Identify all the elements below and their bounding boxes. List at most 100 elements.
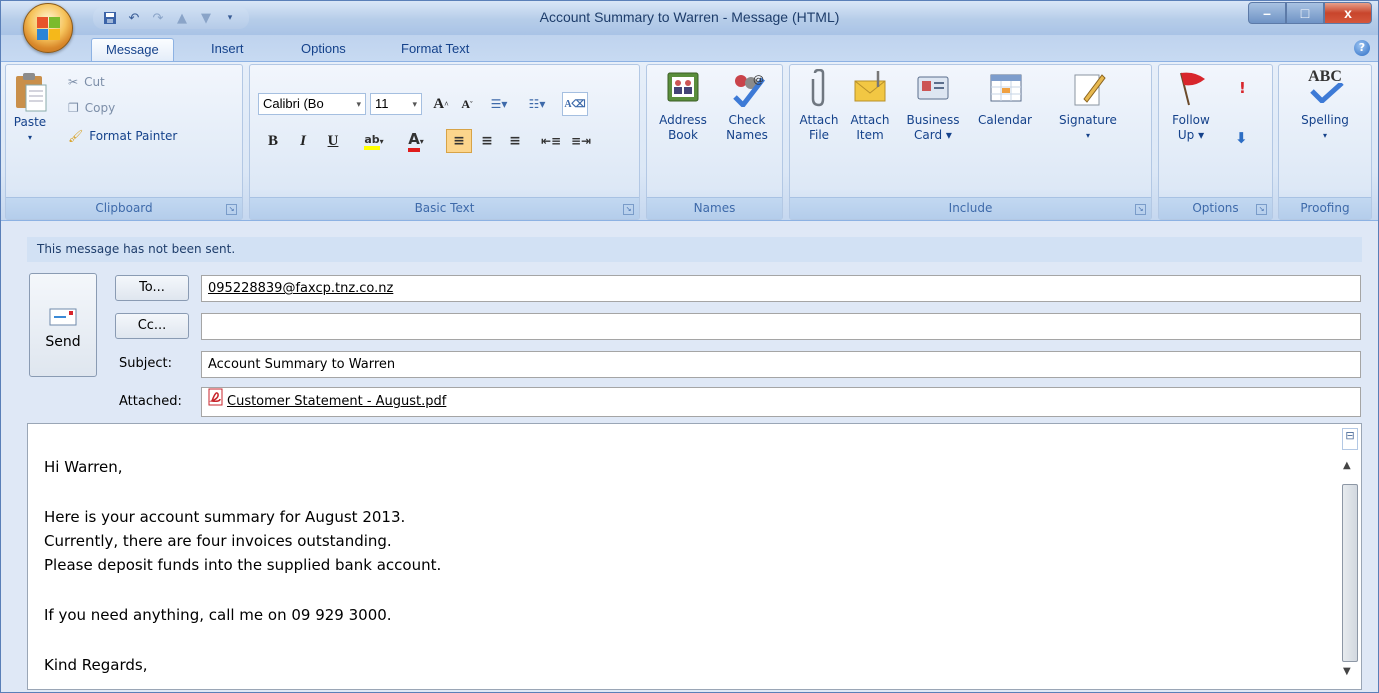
cc-field[interactable] — [201, 313, 1361, 340]
send-envelope-icon — [48, 306, 78, 328]
quick-access-toolbar: ↶ ↷ ▲ ▼ ▾ — [93, 7, 249, 29]
to-recipient[interactable]: 095228839@faxcp.tnz.co.nz — [208, 281, 393, 296]
high-importance-icon[interactable]: ! — [1239, 79, 1246, 97]
font-color-label: A — [408, 130, 420, 152]
basic-text-group-label: Basic Text — [250, 197, 639, 219]
copy-button[interactable]: ❐ Copy — [68, 101, 115, 115]
signature-icon — [1070, 69, 1106, 107]
ribbon: Paste ▾ ✂ Cut ❐ Copy 🖌 Format Painter Clipb… — [1, 61, 1378, 221]
group-names: Address Book @ Check Names Names — [646, 64, 783, 220]
undo-icon[interactable]: ↶ — [125, 9, 143, 27]
red-flag-icon — [1173, 69, 1209, 107]
spelling-label: Spelling — [1301, 113, 1349, 127]
cc-button[interactable]: Cc... — [115, 313, 189, 339]
business-card-label-1: Business — [906, 113, 960, 127]
body-scrollbar[interactable]: ⊟ ▲ ▼ — [1341, 426, 1359, 684]
font-size-value: 11 — [375, 96, 389, 111]
calendar-button[interactable]: Calendar — [968, 69, 1042, 128]
clear-formatting-icon[interactable]: A⌫ — [562, 92, 588, 116]
format-painter-button[interactable]: 🖌 Format Painter — [68, 129, 177, 143]
attachments-field[interactable]: Customer Statement - August.pdf — [201, 387, 1361, 417]
address-book-button[interactable]: Address Book — [651, 69, 715, 143]
spelling-button[interactable]: ABC Spelling ▾ — [1285, 69, 1365, 143]
attach-file-button[interactable]: Attach File — [796, 68, 842, 143]
outlook-message-window: Account Summary to Warren - Message (HTM… — [0, 0, 1379, 693]
options-launcher-icon[interactable]: ↘ — [1256, 204, 1267, 215]
cut-label: Cut — [84, 75, 105, 89]
scroll-up-arrow-icon[interactable]: ▲ — [1343, 460, 1351, 471]
bullets-button[interactable]: ☰▾ — [486, 92, 512, 116]
decrease-indent-icon[interactable]: ⇤≡ — [538, 129, 564, 153]
cut-button[interactable]: ✂ Cut — [68, 75, 105, 89]
align-left-button[interactable]: ≡ — [446, 129, 472, 153]
font-name-dropdown[interactable]: Calibri (Bo ▾ — [258, 93, 366, 115]
attach-item-button[interactable]: Attach Item — [846, 69, 894, 143]
help-icon[interactable]: ? — [1354, 40, 1370, 56]
customize-dropdown-icon[interactable]: ▾ — [221, 9, 239, 27]
tab-insert[interactable]: Insert — [197, 38, 258, 61]
group-options: Follow Up ▾ ! ⬇ Options ↘ — [1158, 64, 1273, 220]
down-arrow-icon[interactable]: ▼ — [197, 9, 215, 27]
business-card-button[interactable]: Business Card ▾ — [900, 69, 966, 143]
font-size-dropdown[interactable]: 11 ▾ — [370, 93, 422, 115]
minimize-button[interactable]: – — [1248, 2, 1286, 24]
increase-indent-icon[interactable]: ≡⇥ — [568, 129, 594, 153]
subject-label: Subject: — [119, 356, 172, 371]
body-line-2: Here is your account summary for August … — [44, 508, 406, 526]
font-color-button[interactable]: A ▾ — [398, 129, 434, 153]
body-line-5: If you need anything, call me on 09 929 … — [44, 606, 392, 624]
check-names-label-2: Names — [726, 128, 768, 142]
office-button[interactable] — [23, 3, 73, 53]
follow-up-label-1: Follow — [1172, 113, 1210, 127]
bold-button[interactable]: B — [260, 129, 286, 153]
attachment-link[interactable]: Customer Statement - August.pdf — [227, 394, 446, 409]
scroll-down-arrow-icon[interactable]: ▼ — [1343, 666, 1351, 677]
subject-field[interactable]: Account Summary to Warren — [201, 351, 1361, 378]
grow-font-button[interactable]: A ^ — [428, 92, 454, 116]
clipboard-launcher-icon[interactable]: ↘ — [226, 204, 237, 215]
scroll-thumb[interactable] — [1342, 484, 1358, 662]
italic-button[interactable]: I — [290, 129, 316, 153]
signature-button[interactable]: Signature ▾ — [1046, 69, 1130, 143]
tab-format-text[interactable]: Format Text — [387, 38, 483, 61]
group-clipboard: Paste ▾ ✂ Cut ❐ Copy 🖌 Format Painter Clipb… — [5, 64, 243, 220]
to-button[interactable]: To... — [115, 275, 189, 301]
message-body[interactable]: Hi Warren, Here is your account summary … — [27, 423, 1362, 690]
calendar-label: Calendar — [978, 113, 1032, 127]
shrink-font-button[interactable]: Aˇ — [454, 92, 480, 116]
tab-message[interactable]: Message — [91, 38, 174, 61]
ruler-toggle-icon[interactable]: ⊟ — [1342, 428, 1358, 450]
to-field[interactable]: 095228839@faxcp.tnz.co.nz — [201, 275, 1361, 302]
svg-text:@: @ — [753, 73, 764, 86]
underline-button[interactable]: U — [320, 129, 346, 153]
include-launcher-icon[interactable]: ↘ — [1135, 204, 1146, 215]
group-basic-text: Calibri (Bo ▾ 11 ▾ A ^ Aˇ ☰▾ ☷▾ A⌫ B I U ab… — [249, 64, 640, 220]
close-button[interactable]: x — [1324, 2, 1372, 24]
numbering-button[interactable]: ☷▾ — [524, 92, 550, 116]
paste-label: Paste — [13, 115, 47, 129]
save-icon[interactable] — [101, 9, 119, 27]
highlight-button[interactable]: ab ▾ — [354, 129, 394, 153]
tab-options[interactable]: Options — [287, 38, 360, 61]
chevron-down-icon: ▾ — [356, 99, 361, 109]
maximize-button[interactable]: □ — [1286, 2, 1324, 24]
info-bar: This message has not been sent. — [27, 237, 1362, 262]
title-bar: Account Summary to Warren - Message (HTM… — [1, 1, 1378, 35]
calendar-icon — [987, 69, 1023, 107]
check-names-icon: @ — [729, 69, 765, 109]
redo-icon[interactable]: ↷ — [149, 9, 167, 27]
send-button[interactable]: Send — [29, 273, 97, 377]
office-logo-icon — [37, 17, 61, 41]
basic-text-launcher-icon[interactable]: ↘ — [623, 204, 634, 215]
align-right-button[interactable]: ≡ — [502, 129, 528, 153]
align-center-button[interactable]: ≡ — [474, 129, 500, 153]
window-controls: – □ x — [1248, 2, 1372, 24]
follow-up-button[interactable]: Follow Up ▾ — [1163, 69, 1219, 143]
body-line-4: Please deposit funds into the supplied b… — [44, 556, 442, 574]
check-names-button[interactable]: @ Check Names — [717, 69, 777, 143]
paste-button[interactable]: Paste ▾ — [8, 71, 52, 145]
up-arrow-icon[interactable]: ▲ — [173, 9, 191, 27]
attached-label: Attached: — [119, 394, 182, 409]
low-importance-icon[interactable]: ⬇ — [1235, 129, 1248, 147]
signature-label: Signature — [1059, 113, 1117, 127]
